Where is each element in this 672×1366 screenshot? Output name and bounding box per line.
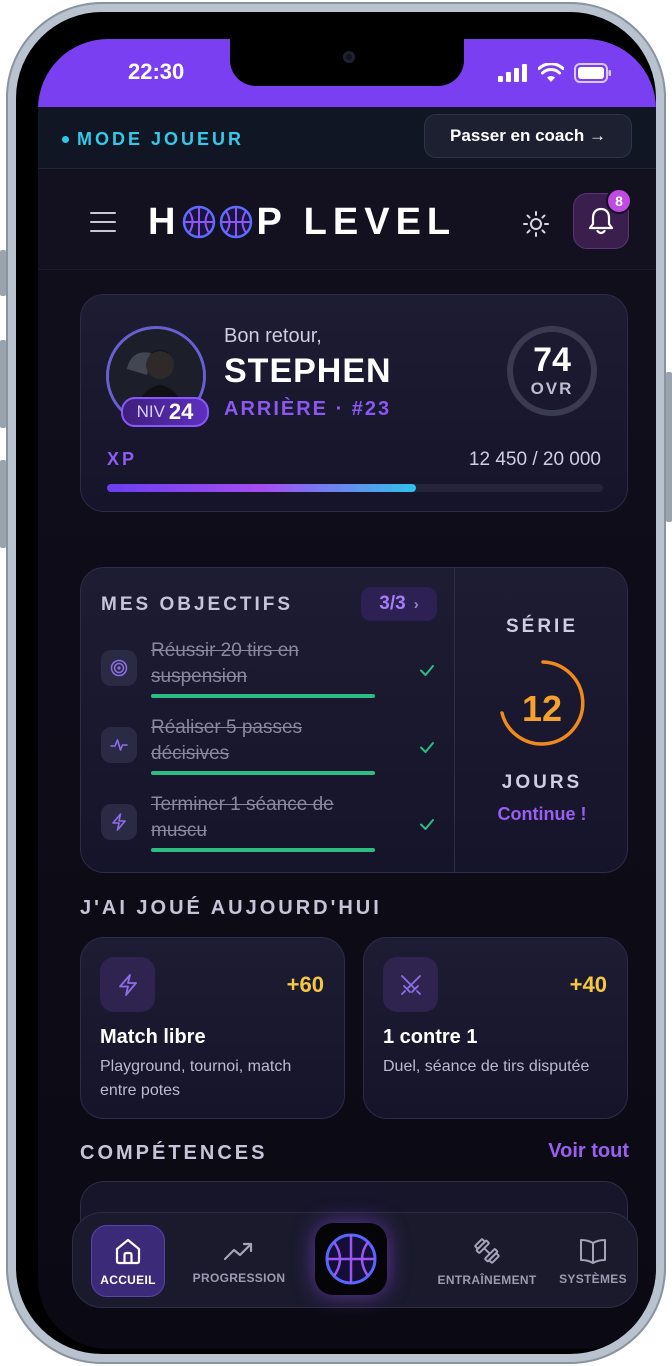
xp-progress-track <box>107 484 603 492</box>
nav-label: SYSTÈMES <box>559 1271 627 1286</box>
switch-to-coach-button[interactable]: Passer en coach → <box>424 114 632 158</box>
check-icon <box>420 819 434 830</box>
home-icon <box>115 1238 141 1264</box>
objective-progress-bar <box>151 694 375 698</box>
basketball-icon <box>325 1233 377 1285</box>
activity-title: 1 contre 1 <box>383 1026 478 1048</box>
mode-label: MODE JOUEUR <box>77 129 245 149</box>
objective-text: Terminer 1 séance de muscu <box>151 794 334 841</box>
status-icons <box>498 63 612 83</box>
see-all-skills-link[interactable]: Voir tout <box>548 1140 629 1163</box>
objective-progress-bar <box>151 848 375 852</box>
nav-item-accueil[interactable]: ACCUEIL <box>91 1225 165 1297</box>
mode-bar: MODE JOUEUR Passer en coach → <box>38 107 656 169</box>
target-icon <box>101 650 137 686</box>
screen: 22:30 MODE JOUEUR Passer en coach → H P … <box>38 39 656 1349</box>
nav-item-systemes[interactable]: SYSTÈMES <box>557 1225 629 1297</box>
app-header: H P LEVEL 8 <box>38 170 656 270</box>
book-icon <box>580 1238 606 1264</box>
played-today-title: J'AI JOUÉ AUJOURD'HUI <box>80 897 382 919</box>
ovr-label: OVR <box>530 379 574 398</box>
notifications-button[interactable]: 8 <box>573 188 632 249</box>
objective-progress-bar <box>151 771 375 775</box>
phone-bezel: 22:30 MODE JOUEUR Passer en coach → H P … <box>16 12 656 1354</box>
notch <box>230 39 464 86</box>
status-bar: 22:30 <box>38 39 656 107</box>
activity-description: Playground, tournoi, match entre potes <box>100 1058 292 1099</box>
mode-dot-icon <box>62 136 69 143</box>
menu-icon[interactable] <box>90 212 116 232</box>
basketball-center-button[interactable] <box>315 1223 387 1295</box>
check-icon <box>420 742 434 753</box>
streak-unit: JOURS <box>501 772 583 793</box>
app-logo: H P LEVEL <box>148 201 456 243</box>
nav-label: ACCUEIL <box>100 1272 156 1287</box>
level-prefix: NIV <box>136 402 165 421</box>
mode-indicator: MODE JOUEUR <box>62 129 244 150</box>
pulse-icon <box>101 727 137 763</box>
nav-label: ENTRAÎNEMENT <box>437 1272 537 1287</box>
ovr-value: 74 <box>533 341 571 379</box>
objectives-list: MES OBJECTIFS 3/3 › Réussir 20 tirs en s… <box>81 568 455 872</box>
wifi-icon <box>538 63 564 82</box>
objective-text: Réaliser 5 passes décisives <box>151 717 303 764</box>
xp-value: 12 450 / 20 000 <box>468 449 601 470</box>
objective-item[interactable]: Terminer 1 séance de muscu <box>101 792 441 860</box>
basketball-icon <box>183 205 216 239</box>
xp-label: XP <box>107 449 138 469</box>
profile-card[interactable]: 5 NIV 24 Bon retour, STEPHEN ARRIÈRE · #… <box>80 294 628 512</box>
objectives-count-button[interactable]: 3/3 › <box>361 587 437 621</box>
skills-title: COMPÉTENCES <box>80 1142 268 1164</box>
activity-card-match-libre[interactable]: +60 Match libre Playground, tournoi, mat… <box>80 937 345 1119</box>
mute-switch <box>0 250 6 296</box>
xp-progress-fill <box>107 484 416 492</box>
nav-item-entrainement[interactable]: ENTRAÎNEMENT <box>431 1225 543 1297</box>
trend-up-icon <box>223 1242 253 1260</box>
sun-icon[interactable] <box>522 210 550 238</box>
chevron-right-icon: › <box>413 595 419 613</box>
objectives-title: MES OBJECTIFS <box>101 594 294 615</box>
bolt-icon <box>100 957 155 1012</box>
activity-points: +40 <box>569 972 607 997</box>
streak-value: 12 <box>521 688 563 729</box>
ovr-rating: 74 OVR <box>507 326 597 416</box>
nav-item-progression[interactable]: PROGRESSION <box>185 1225 293 1297</box>
activity-description: Duel, séance de tirs disputée <box>383 1058 590 1075</box>
status-time: 22:30 <box>128 59 185 84</box>
activity-points: +60 <box>286 972 324 997</box>
bottom-navigation: ACCUEIL PROGRESSION ENTRAÎNEMENT SYSTÈME… <box>72 1212 638 1308</box>
signal-icon <box>498 64 527 82</box>
activity-title: Match libre <box>100 1026 206 1048</box>
logo-text-right: P LEVEL <box>256 200 457 243</box>
volume-up-button <box>0 340 6 428</box>
objective-item[interactable]: Réussir 20 tirs en suspension <box>101 638 441 706</box>
objectives-count: 3/3 <box>379 593 406 614</box>
basketball-icon <box>220 205 253 239</box>
level-value: 24 <box>168 399 194 424</box>
objective-item[interactable]: Réaliser 5 passes décisives <box>101 715 441 783</box>
check-icon <box>420 665 434 676</box>
activity-card-1v1[interactable]: +40 1 contre 1 Duel, séance de tirs disp… <box>363 937 628 1119</box>
level-badge: NIV 24 <box>121 397 209 427</box>
power-button <box>666 372 672 522</box>
notification-count-badge: 8 <box>606 188 632 214</box>
front-camera <box>343 51 355 63</box>
battery-icon <box>574 63 611 83</box>
objectives-card: MES OBJECTIFS 3/3 › Réussir 20 tirs en s… <box>80 567 628 873</box>
player-role: ARRIÈRE · #23 <box>224 398 392 420</box>
player-name: STEPHEN <box>224 352 392 390</box>
volume-down-button <box>0 460 6 548</box>
logo-text-left: H <box>148 200 182 243</box>
greeting-text: Bon retour, <box>224 325 322 347</box>
bolt-icon <box>101 804 137 840</box>
logo-basketballs <box>182 205 253 239</box>
nav-label: PROGRESSION <box>192 1270 286 1285</box>
objective-text: Réussir 20 tirs en suspension <box>151 640 299 687</box>
dumbbell-icon <box>474 1237 500 1264</box>
crossed-swords-icon <box>383 957 438 1012</box>
streak-label: SÉRIE <box>505 616 579 637</box>
streak-continue-link[interactable]: Continue ! <box>455 804 627 825</box>
